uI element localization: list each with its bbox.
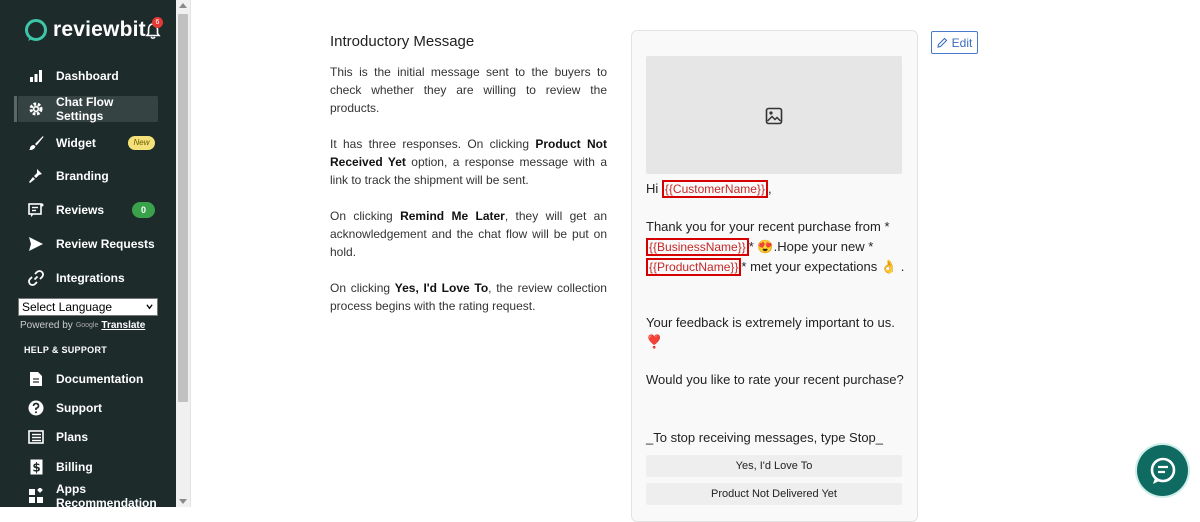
send-icon: [28, 236, 44, 252]
sidebar-item-label: Apps Recommendation: [56, 482, 157, 510]
intro-paragraph-3: On clicking Remind Me Later, they will g…: [330, 209, 608, 259]
edit-button[interactable]: Edit: [931, 31, 978, 54]
document-icon: [28, 371, 44, 387]
active-indicator: [14, 96, 17, 122]
intro-paragraph-4: On clicking Yes, I'd Love To, the review…: [330, 281, 607, 313]
chat-bubble-icon: [1150, 457, 1175, 484]
sidebar-item-label: Plans: [56, 430, 89, 444]
message-thanks: Thank you for your recent purchase from …: [646, 219, 905, 276]
review-icon: [28, 202, 44, 218]
sidebar-item-label: Chat Flow Settings: [56, 95, 114, 123]
powered-by-text: Powered by: [20, 320, 73, 331]
google-logo: Google: [75, 322, 99, 329]
sidebar-item-label: Documentation: [56, 372, 144, 386]
sidebar-scrollbar[interactable]: [176, 0, 191, 507]
sidebar-item-label: Integrations: [56, 271, 125, 285]
brand-logo[interactable]: reviewbit: [24, 18, 146, 42]
stamp-icon: [28, 168, 44, 184]
language-select-value: Select Language: [22, 300, 113, 314]
intro-description: This is the initial message sent to the …: [330, 63, 607, 333]
reply-not-delivered-button[interactable]: Product Not Delivered Yet: [646, 483, 902, 505]
sidebar-item-branding[interactable]: Branding: [18, 163, 158, 189]
sidebar-item-label: Reviews: [56, 203, 105, 217]
sidebar-item-label: Support: [56, 401, 102, 415]
sidebar-item-apps-recommendation[interactable]: Apps Recommendation: [18, 482, 176, 510]
scroll-up-arrow-icon[interactable]: [179, 3, 187, 8]
sidebar-item-review-requests[interactable]: Review Requests: [18, 231, 158, 257]
reply-yes-button[interactable]: Yes, I'd Love To: [646, 455, 902, 477]
edit-label: Edit: [951, 35, 973, 50]
chevron-down-icon: [146, 304, 153, 310]
gear-icon: [28, 101, 44, 117]
sidebar-item-support[interactable]: Support: [18, 395, 158, 421]
sidebar-item-label: Review Requests: [56, 237, 155, 251]
sidebar-item-dashboard[interactable]: Dashboard: [18, 63, 158, 89]
customer-name-token: {{CustomerName}}: [661, 180, 768, 198]
chat-support-button[interactable]: [1137, 445, 1188, 496]
reviewbit-logo-icon: [25, 19, 47, 41]
sidebar-item-label: Widget: [56, 136, 96, 150]
sidebar: reviewbit 6 Dashboard Chat Flow Settings…: [0, 0, 176, 510]
link-icon: [28, 270, 44, 286]
sidebar-item-integrations[interactable]: Integrations: [18, 265, 158, 291]
sidebar-item-documentation[interactable]: Documentation: [18, 366, 158, 392]
message-question: Would you like to rate your recent purch…: [646, 372, 904, 387]
sidebar-item-label: Billing: [56, 460, 93, 474]
product-name-token: {{ProductName}}: [646, 258, 742, 276]
reviews-count-badge: 0: [132, 202, 155, 218]
powered-by-google: Powered by Google Translate: [20, 320, 145, 331]
dollar-icon: $: [28, 459, 44, 475]
business-name-token: {{BusinessName}}: [646, 237, 749, 256]
bar-chart-icon: [28, 68, 44, 84]
message-stop-note: _To stop receiving messages, type Stop_: [646, 430, 884, 445]
help-support-heading: HELP & SUPPORT: [24, 345, 108, 355]
sidebar-item-chat-flow-settings[interactable]: Chat Flow Settings: [18, 95, 158, 123]
scroll-down-arrow-icon[interactable]: [179, 499, 187, 504]
intro-paragraph-2: It has three responses. On clicking Prod…: [330, 137, 608, 187]
question-icon: [28, 400, 44, 416]
new-badge: New: [128, 136, 155, 150]
message-feedback: Your feedback is extremely important to …: [646, 315, 895, 349]
scrollbar-thumb[interactable]: [178, 14, 188, 402]
apps-icon: [28, 488, 44, 504]
sidebar-item-label: Dashboard: [56, 69, 119, 83]
language-select[interactable]: Select Language: [18, 298, 158, 316]
notification-badge: 6: [152, 17, 163, 28]
translate-link[interactable]: Translate: [101, 320, 145, 331]
pencil-icon: [936, 37, 947, 48]
section-title: Introductory Message: [330, 33, 475, 50]
sidebar-item-label: Branding: [56, 169, 109, 183]
brush-icon: [28, 135, 44, 151]
brand-name: reviewbit: [53, 18, 146, 41]
sidebar-item-plans[interactable]: Plans: [18, 424, 158, 450]
intro-paragraph-1: This is the initial message sent to the …: [330, 65, 607, 115]
list-icon: [28, 429, 44, 445]
svg-text:$: $: [32, 461, 40, 475]
image-icon: [765, 107, 783, 125]
message-greeting: Hi {{CustomerName}},: [646, 180, 772, 198]
sidebar-item-billing[interactable]: $ Billing: [18, 454, 158, 480]
